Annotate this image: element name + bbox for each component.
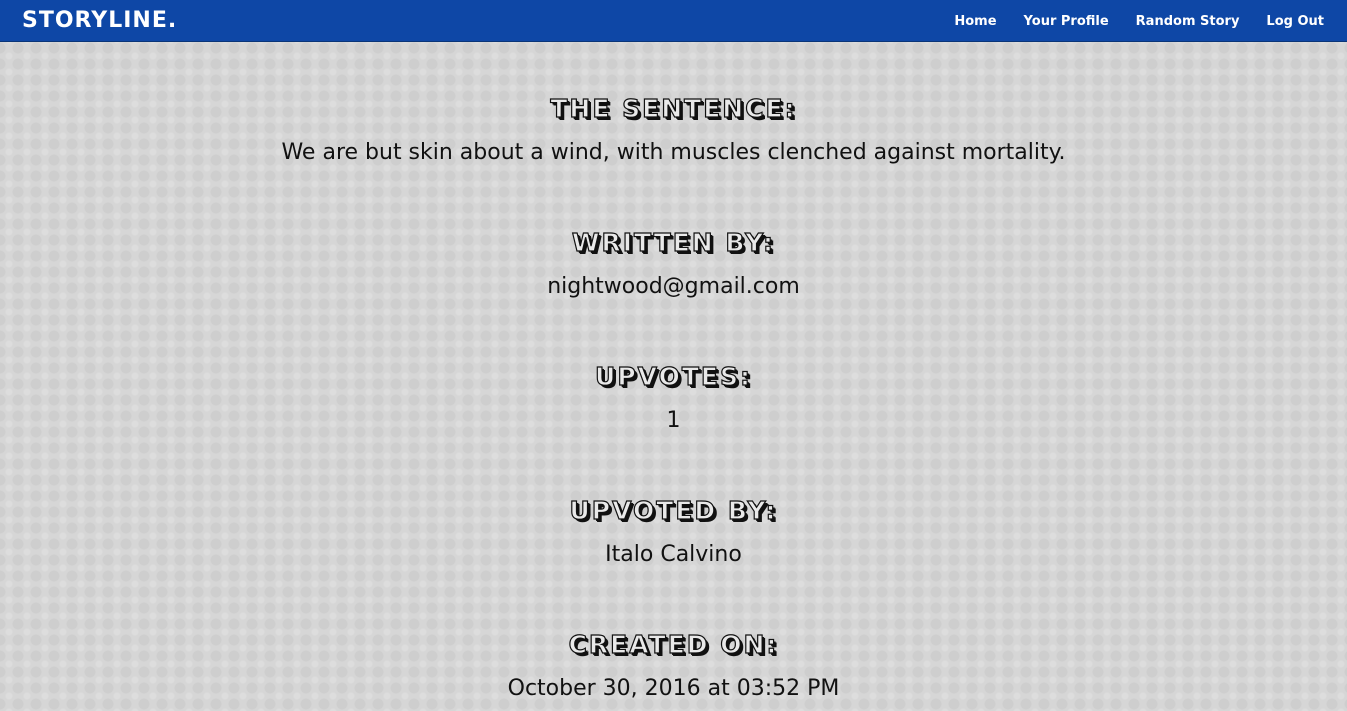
nav-random-story-link[interactable]: Random Story [1136, 14, 1240, 29]
sentence-section: The Sentence: We are but skin about a wi… [0, 93, 1347, 168]
upvoted-by-user: Italo Calvino [605, 542, 742, 567]
upvoted-by-heading: Upvoted By: [569, 495, 778, 525]
created-date: October 30, 2016 at 03:52 PM [507, 676, 840, 701]
top-navbar: STORYLINE. Home Your Profile Random Stor… [0, 0, 1347, 42]
created-section: Created On: October 30, 2016 at 03:52 PM [0, 629, 1347, 704]
brand-logo-link[interactable]: STORYLINE. [22, 7, 177, 35]
upvoted-by-section: Upvoted By: Italo Calvino [0, 495, 1347, 570]
sentence-heading: The Sentence: [550, 93, 797, 123]
upvotes-count: 1 [666, 408, 681, 433]
nav-profile-link[interactable]: Your Profile [1024, 14, 1109, 29]
upvotes-heading: Upvotes: [594, 361, 752, 391]
nav-logout-link[interactable]: Log Out [1266, 14, 1324, 29]
created-heading: Created On: [568, 629, 779, 659]
sentence-text: We are but skin about a wind, with muscl… [281, 140, 1066, 165]
story-details: The Sentence: We are but skin about a wi… [0, 42, 1347, 711]
author-section: Written By: nightwood@gmail.com [0, 227, 1347, 302]
nav-home-link[interactable]: Home [954, 14, 996, 29]
upvotes-section: Upvotes: 1 [0, 361, 1347, 436]
author-email: nightwood@gmail.com [547, 274, 800, 299]
author-heading: Written By: [571, 227, 776, 257]
nav-links: Home Your Profile Random Story Log Out [954, 0, 1324, 42]
